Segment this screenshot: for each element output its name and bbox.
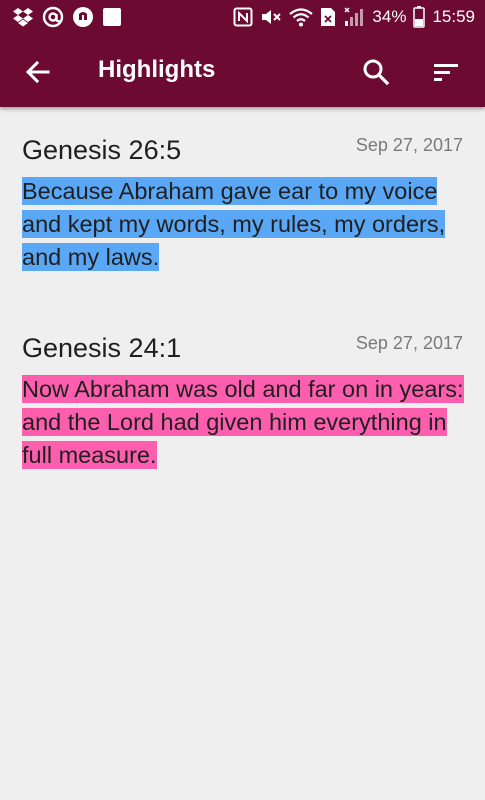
highlight-date: Sep 27, 2017 — [355, 333, 463, 353]
status-bar: 34% 15:59 — [0, 0, 485, 36]
verse-text: Now Abraham was old and far on in years:… — [22, 373, 467, 472]
status-bar-right: 34% 15:59 — [233, 6, 475, 28]
page-title: Highlights — [98, 56, 216, 83]
signal-icon — [343, 6, 365, 28]
status-bar-left — [12, 6, 122, 28]
verse-reference: Genesis 26:5 — [22, 135, 182, 165]
verse-text: Because Abraham gave ear to my voice and… — [22, 175, 467, 274]
nfc-icon — [233, 7, 253, 27]
verse-reference: Genesis 24:1 — [22, 333, 182, 363]
highlight-item[interactable]: Genesis 26:5 Sep 27, 2017 Because Abraha… — [0, 135, 485, 305]
sort-icon — [430, 56, 462, 88]
search-icon — [360, 56, 392, 88]
search-button[interactable] — [360, 56, 392, 88]
back-button[interactable] — [22, 56, 54, 88]
square-icon — [102, 7, 122, 27]
notification-icon — [72, 6, 94, 28]
battery-percent: 34% — [372, 7, 407, 26]
sort-button[interactable] — [430, 56, 462, 88]
highlights-list: Genesis 26:5 Sep 27, 2017 Because Abraha… — [0, 107, 485, 800]
highlighted-text: Because Abraham gave ear to my voice and… — [22, 177, 446, 271]
highlight-date: Sep 27, 2017 — [355, 135, 463, 155]
app-bar: Highlights — [0, 36, 485, 107]
dropbox-icon — [12, 7, 34, 27]
mute-icon — [260, 7, 282, 27]
battery-icon — [413, 6, 426, 28]
at-icon — [42, 6, 64, 28]
highlight-item[interactable]: Genesis 24:1 Sep 27, 2017 Now Abraham wa… — [0, 333, 485, 503]
wifi-icon — [289, 7, 314, 27]
arrow-left-icon — [22, 56, 54, 88]
clock: 15:59 — [432, 7, 475, 26]
sim-icon — [320, 7, 336, 27]
highlighted-text: Now Abraham was old and far on in years:… — [22, 375, 464, 469]
